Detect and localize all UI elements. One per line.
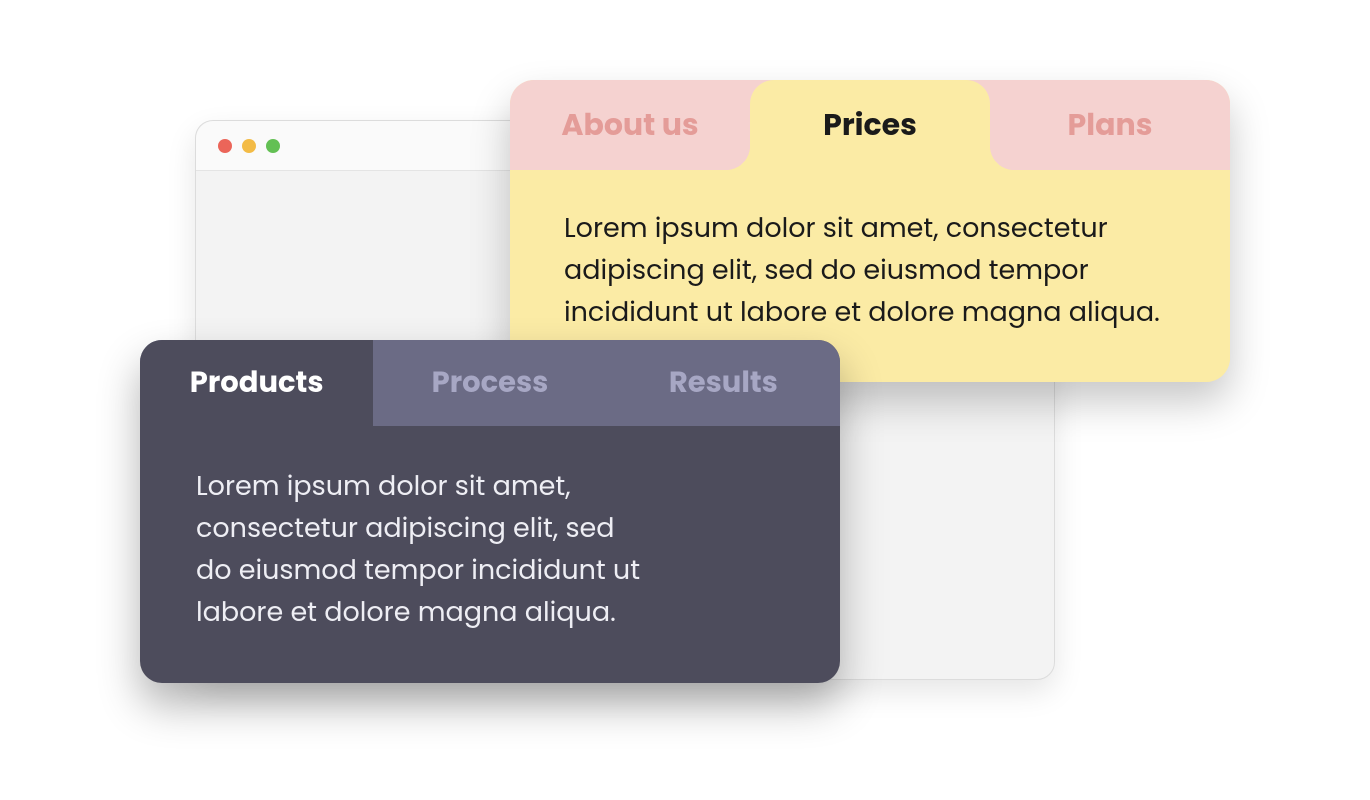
maximize-icon[interactable] (266, 139, 280, 153)
dark-tab-bar: Products Process Results (140, 340, 840, 426)
light-tab-panel: About us Prices Plans Lorem ipsum dolor … (510, 80, 1230, 382)
light-tab-bar: About us Prices Plans (510, 80, 1230, 170)
tab-plans[interactable]: Plans (990, 80, 1230, 170)
tab-about-us[interactable]: About us (510, 80, 750, 170)
tab-label: Results (669, 362, 778, 405)
tab-label: About us (561, 102, 698, 148)
tab-label: Process (432, 362, 549, 405)
dark-tab-panel: Products Process Results Lorem ipsum dol… (140, 340, 840, 683)
close-icon[interactable] (218, 139, 232, 153)
tab-label: Plans (1068, 102, 1153, 148)
minimize-icon[interactable] (242, 139, 256, 153)
dark-tab-content: Lorem ipsum dolor sit amet, consectetur … (140, 426, 700, 683)
tab-products[interactable]: Products (140, 340, 373, 426)
tab-process[interactable]: Process (373, 340, 606, 426)
tab-prices[interactable]: Prices (750, 80, 990, 170)
tab-results[interactable]: Results (607, 340, 840, 426)
tab-label: Products (190, 362, 324, 405)
tab-label: Prices (823, 102, 917, 148)
